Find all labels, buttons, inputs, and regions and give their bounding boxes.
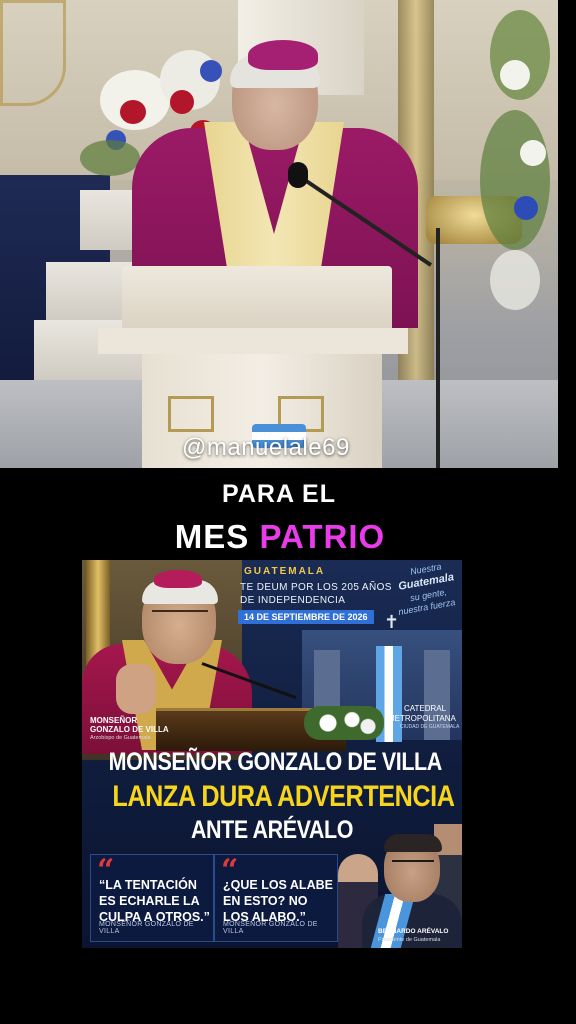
president-role: Presidente de Guatemala: [378, 937, 441, 943]
cross-icon: ✝: [384, 612, 400, 632]
quote-text: “LA TENTACIÓN ES ECHARLE LA CULPA A OTRO…: [99, 878, 210, 924]
place-line-2: METROPOLITANA: [388, 714, 456, 723]
speaker-name: GONZALO DE VILLA: [90, 725, 169, 734]
news-card[interactable]: ✝ GUATEMALA TE DEUM POR LOS 205 AÑOS DE …: [82, 560, 462, 948]
quote-box: “ ¿QUE LOS ALABE EN ESTO? NO LOS ALABO.”…: [214, 853, 338, 942]
gold-ornament: [0, 0, 66, 106]
headline-line-1: MONSEÑOR GONZALO DE VILLA: [108, 748, 443, 776]
white-flowers: [304, 706, 384, 740]
caption-line-2: MES PATRIO: [0, 518, 560, 556]
speaker-title: MONSEÑOR: [90, 716, 138, 725]
zucchetto: [154, 570, 202, 588]
quote-author: MONSEÑOR GONZALO DE VILLA: [223, 921, 318, 935]
microphone-head: [288, 162, 308, 188]
headline-line-2: LANZA DURA ADVERTENCIA: [112, 780, 455, 813]
username-watermark: @manuelale69: [182, 434, 350, 461]
event-line-1: TE DEUM POR LOS 205 AÑOS: [240, 582, 392, 593]
quote-text: ¿QUE LOS ALABE EN ESTO? NO LOS ALABO.”: [223, 878, 333, 924]
event-line-2: DE INDEPENDENCIA: [240, 595, 346, 606]
zucchetto: [248, 40, 318, 70]
quote-author: MONSEÑOR GONZALO DE VILLA: [99, 921, 194, 935]
hair: [384, 834, 442, 852]
caption-highlight-word: PATRIO: [259, 518, 386, 555]
caption-line-1: PARA EL: [222, 480, 336, 508]
date-badge: 14 DE SEPTIEMBRE DE 2026: [238, 610, 374, 624]
place-line-3: CIUDAD DE GUATEMALA: [400, 724, 460, 730]
quote-box: “ “LA TENTACIÓN ES ECHARLE LA CULPA A OT…: [90, 853, 214, 942]
video-frame[interactable]: @manuelale69: [0, 0, 558, 468]
glasses: [392, 860, 434, 870]
caption-word: MES: [174, 518, 250, 555]
glasses: [152, 610, 208, 626]
raised-hand: [116, 664, 156, 714]
place-line-1: CATEDRAL: [404, 704, 447, 713]
mic-stand: [436, 228, 440, 468]
flower-arrangement: [470, 0, 558, 380]
president-name: BERNARDO ARÉVALO: [378, 928, 449, 935]
country-label: GUATEMALA: [244, 566, 326, 577]
speaker-role: Arzobispo de Guatemala: [90, 735, 151, 741]
